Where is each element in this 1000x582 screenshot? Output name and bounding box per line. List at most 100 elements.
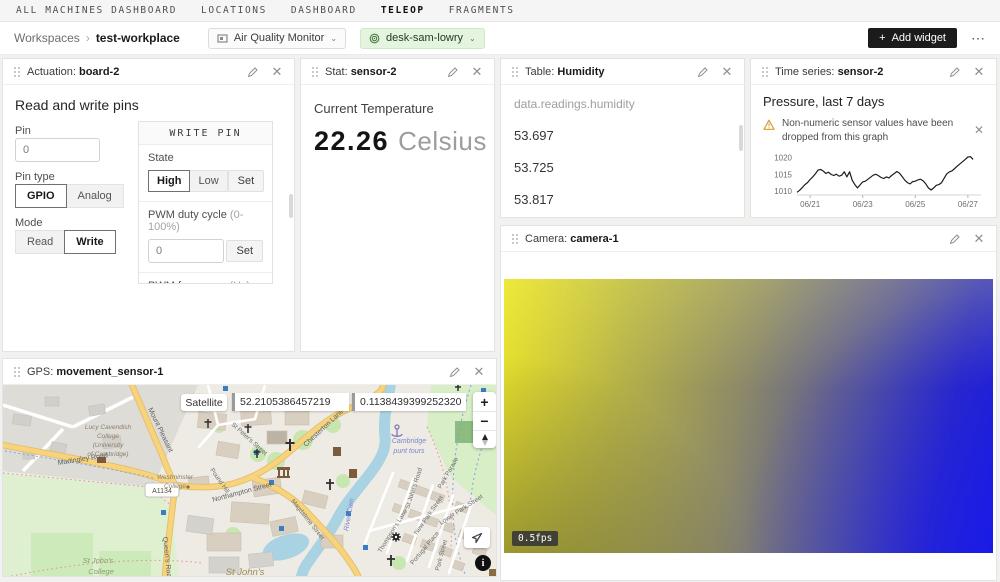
nav-teleop[interactable]: TELEOP [381, 5, 425, 16]
pin-type-label: Pin type [15, 171, 55, 183]
map-label: of Cambridge) [87, 451, 128, 458]
svg-text:1015: 1015 [774, 170, 792, 179]
close-icon[interactable]: ✕ [269, 64, 285, 80]
state-section: State High Low Set [139, 145, 272, 201]
chevron-down-icon: ⌄ [330, 34, 337, 43]
widget-table: Table: Humidity ✕ data.readings.humidity… [500, 58, 745, 218]
drag-handle-icon[interactable] [762, 71, 764, 73]
warning-triangle-icon [763, 119, 775, 131]
table-row: 53.697 [514, 128, 731, 143]
machine-dropdown-label: Air Quality Monitor [234, 32, 324, 44]
write-pin-title: WRITE PIN [139, 122, 272, 145]
widget-timeseries: Time series: sensor-2 ✕ Pressure, last 7… [750, 58, 997, 218]
pwm-freq-label: PWM frequency (Hz) [148, 280, 263, 284]
longitude-input[interactable] [352, 393, 466, 411]
pwm-duty-section: PWM duty cycle (0-100%) Set [139, 201, 272, 272]
edit-pencil-icon[interactable] [445, 64, 461, 80]
drag-handle-icon[interactable] [14, 71, 16, 73]
nav-fragments[interactable]: FRAGMENTS [449, 5, 515, 16]
edit-pencil-icon[interactable] [447, 364, 463, 380]
map-label: (University [93, 442, 124, 449]
map-label: College [164, 483, 186, 490]
chevron-down-icon: ⌄ [469, 34, 476, 43]
widget-title: Table: Humidity [525, 66, 604, 78]
drag-handle-icon[interactable] [14, 371, 16, 373]
map-zoom-controls: + − [473, 392, 496, 448]
close-icon[interactable]: ✕ [471, 364, 487, 380]
nav-dashboard[interactable]: DASHBOARD [291, 5, 357, 16]
svg-text:1020: 1020 [774, 154, 792, 163]
widget-header: Actuation: board-2 ✕ [3, 59, 294, 85]
edit-pencil-icon[interactable] [245, 64, 261, 80]
table-row: 53.817 [514, 192, 731, 207]
more-menu-icon[interactable]: ⋯ [971, 30, 986, 47]
close-icon[interactable]: ✕ [719, 64, 735, 80]
widget-header: Stat: sensor-2 ✕ [301, 59, 494, 85]
pin-type-analog-button[interactable]: Analog [66, 184, 124, 208]
widget-title: Time series: sensor-2 [775, 66, 883, 78]
edit-pencil-icon[interactable] [695, 64, 711, 80]
pressure-line-chart: 10101015102006/2106/2306/2506/27 [763, 149, 988, 211]
widget-header: Camera: camera-1 ✕ [501, 226, 996, 252]
scrollbar-thumb[interactable] [289, 194, 293, 218]
zoom-in-button[interactable]: + [473, 392, 496, 411]
edit-pencil-icon[interactable] [947, 64, 963, 80]
locate-me-button[interactable] [464, 527, 490, 548]
pwm-freq-section: PWM frequency (Hz) Set [139, 272, 272, 284]
drag-handle-icon[interactable] [512, 238, 514, 240]
map-label: St John's [83, 556, 114, 565]
widget-actuation: Actuation: board-2 ✕ Read and write pins… [2, 58, 295, 352]
edit-pencil-icon[interactable] [947, 231, 963, 247]
machine-dropdown[interactable]: Air Quality Monitor ⌄ [208, 28, 346, 49]
state-high-button[interactable]: High [148, 170, 190, 192]
svg-text:06/27: 06/27 [958, 200, 979, 209]
scrollbar-thumb[interactable] [739, 125, 743, 151]
warning-dismiss-icon[interactable]: ✕ [974, 117, 984, 145]
chart-warning: Non-numeric sensor values have been drop… [763, 117, 984, 145]
mode-read-button[interactable]: Read [15, 230, 65, 254]
zoom-out-button[interactable]: − [473, 411, 496, 430]
close-icon[interactable]: ✕ [971, 64, 987, 80]
latitude-input[interactable] [232, 393, 349, 411]
stat-value: 22.26 [314, 126, 389, 157]
part-dropdown[interactable]: desk-sam-lowry ⌄ [360, 28, 485, 49]
map-label: College [97, 433, 119, 440]
workspace-toolbar: Workspaces › test-workplace Air Quality … [0, 22, 1000, 55]
pin-type-gpio-button[interactable]: GPIO [15, 184, 67, 208]
widget-title: Actuation: board-2 [27, 66, 119, 78]
map-label: St John's [226, 567, 265, 576]
pin-label: Pin [15, 125, 31, 137]
drag-handle-icon[interactable] [312, 71, 314, 73]
actuation-heading: Read and write pins [15, 97, 139, 113]
svg-text:1010: 1010 [774, 187, 792, 196]
part-rings-icon [369, 33, 380, 44]
pwm-duty-input[interactable] [148, 239, 224, 263]
close-icon[interactable]: ✕ [971, 231, 987, 247]
state-low-button[interactable]: Low [189, 170, 227, 192]
svg-text:06/25: 06/25 [905, 200, 926, 209]
mode-write-button[interactable]: Write [64, 230, 115, 254]
compass-button[interactable] [473, 430, 496, 448]
nav-locations[interactable]: LOCATIONS [201, 5, 267, 16]
mode-label: Mode [15, 217, 43, 229]
drag-handle-icon[interactable] [512, 71, 514, 73]
state-set-button[interactable]: Set [228, 170, 265, 192]
widget-title: Stat: sensor-2 [325, 66, 397, 78]
add-widget-button[interactable]: + Add widget [868, 28, 957, 48]
nav-all-machines-dashboard[interactable]: ALL MACHINES DASHBOARD [16, 5, 177, 16]
pin-input[interactable] [15, 138, 100, 162]
mode-toggle: Read Write [15, 230, 116, 254]
satellite-toggle-button[interactable]: Satellite [181, 394, 227, 411]
map-attribution-info-button[interactable]: i [475, 555, 491, 571]
map-canvas[interactable]: A1134 Madingley Road Mount Pleasant Lucy… [3, 385, 496, 576]
widget-camera: Camera: camera-1 ✕ 0.5fps [500, 225, 997, 581]
part-dropdown-label: desk-sam-lowry [386, 32, 463, 44]
pwm-duty-set-button[interactable]: Set [226, 240, 263, 262]
widget-header: GPS: movement_sensor-1 ✕ [3, 359, 496, 385]
close-icon[interactable]: ✕ [469, 64, 485, 80]
widget-title: Camera: camera-1 [525, 233, 619, 245]
table-row: 53.725 [514, 160, 731, 175]
breadcrumb-workspaces[interactable]: Workspaces [14, 31, 80, 45]
compass-south-needle [482, 440, 488, 446]
add-widget-label: Add widget [892, 32, 946, 44]
